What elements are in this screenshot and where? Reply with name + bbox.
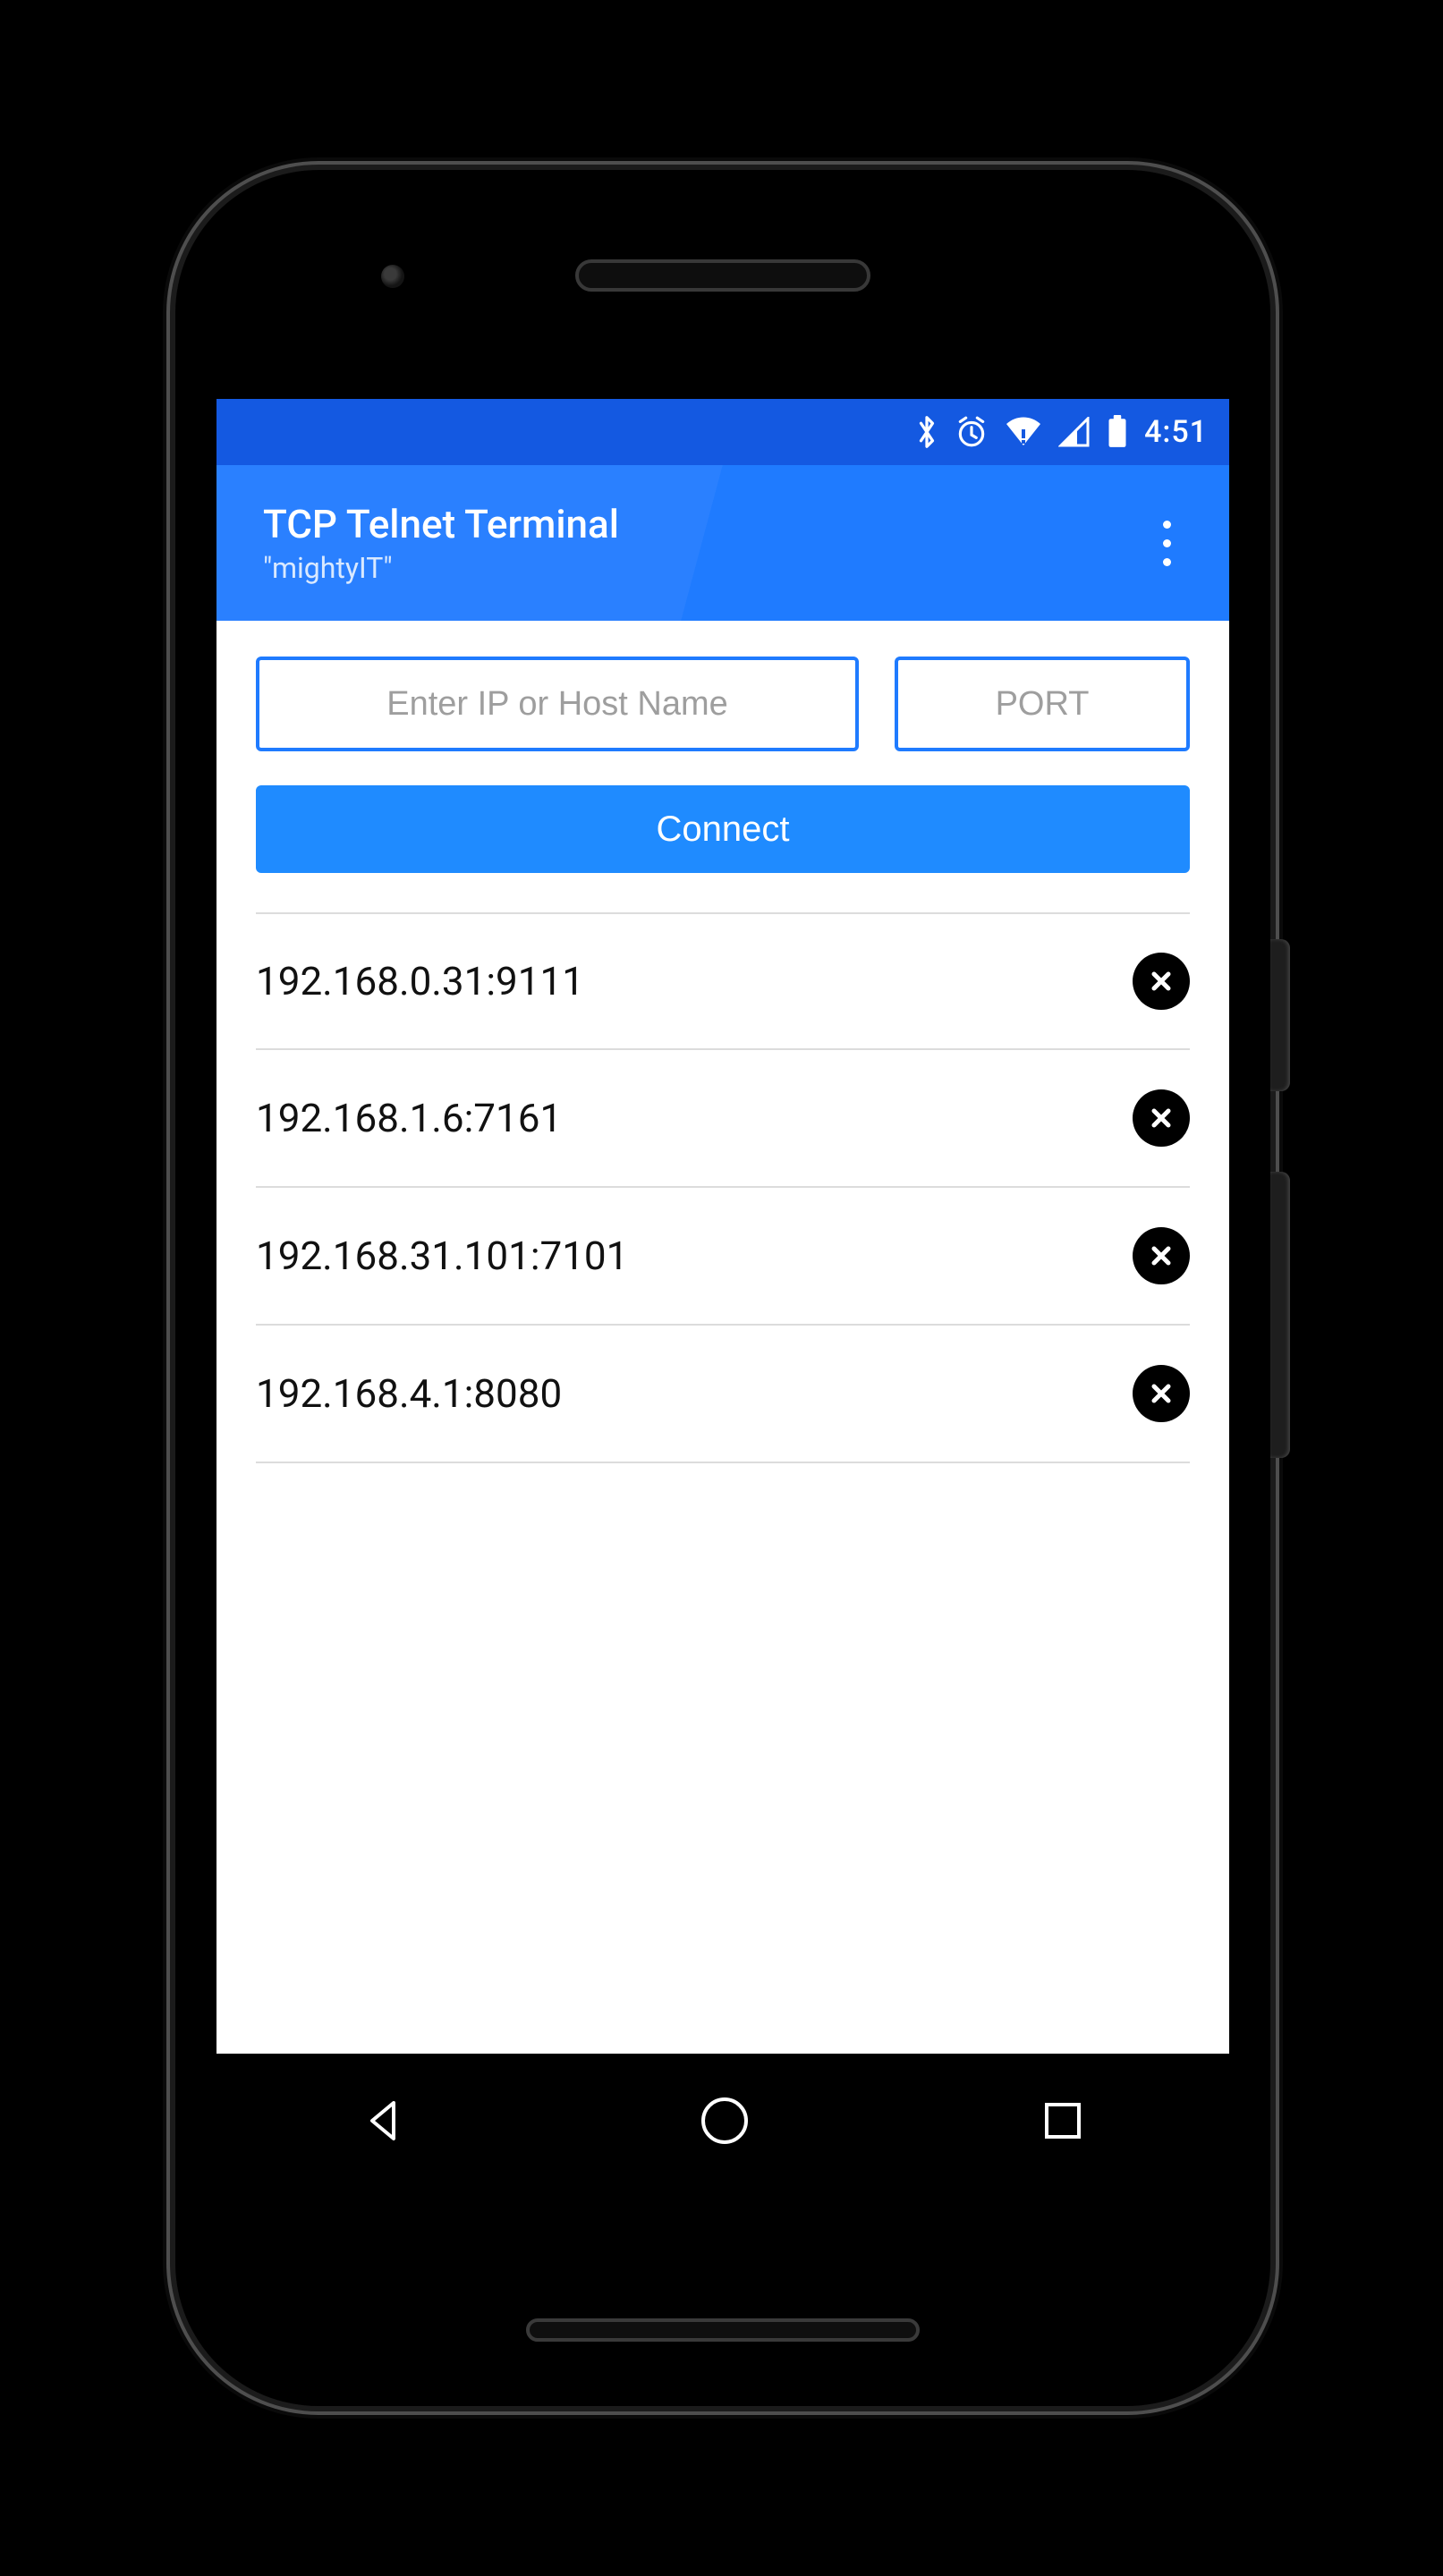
home-button[interactable] xyxy=(697,2093,752,2148)
connection-history-list: 192.168.0.31:9111 192.168.1.6:7161 192.1… xyxy=(256,912,1190,1463)
recents-button[interactable] xyxy=(1040,2097,1086,2144)
phone-speaker-bottom xyxy=(526,2318,920,2342)
history-item[interactable]: 192.168.1.6:7161 xyxy=(256,1050,1190,1188)
delete-history-button[interactable] xyxy=(1133,1365,1190,1422)
ip-host-input[interactable] xyxy=(256,657,859,751)
battery-icon xyxy=(1107,415,1128,449)
bluetooth-icon xyxy=(915,414,938,450)
phone-speaker-top xyxy=(575,259,870,292)
back-button[interactable] xyxy=(360,2096,410,2146)
history-item-address: 192.168.0.31:9111 xyxy=(256,958,1133,1004)
phone-side-button-bottom xyxy=(1270,1172,1290,1458)
phone-side-button-top xyxy=(1270,939,1290,1091)
cell-signal-icon xyxy=(1058,417,1091,447)
history-item[interactable]: 192.168.4.1:8080 xyxy=(256,1326,1190,1463)
phone-frame: 4:51 TCP Telnet Terminal "mightyIT" Conn… xyxy=(175,170,1270,2406)
wifi-icon xyxy=(1005,417,1042,447)
history-item[interactable]: 192.168.31.101:7101 xyxy=(256,1188,1190,1326)
delete-history-button[interactable] xyxy=(1133,1089,1190,1147)
status-bar: 4:51 xyxy=(216,399,1229,465)
alarm-icon xyxy=(955,415,989,449)
history-item[interactable]: 192.168.0.31:9111 xyxy=(256,912,1190,1050)
history-item-address: 192.168.1.6:7161 xyxy=(256,1095,1133,1141)
delete-history-button[interactable] xyxy=(1133,1227,1190,1284)
delete-history-button[interactable] xyxy=(1133,953,1190,1010)
main-content: Connect 192.168.0.31:9111 192.168.1.6:71… xyxy=(216,621,1229,1463)
app-subtitle: "mightyIT" xyxy=(263,551,1140,585)
connect-button[interactable]: Connect xyxy=(256,785,1190,873)
app-bar: TCP Telnet Terminal "mightyIT" xyxy=(216,465,1229,621)
screen: 4:51 TCP Telnet Terminal "mightyIT" Conn… xyxy=(216,399,1229,2188)
history-item-address: 192.168.31.101:7101 xyxy=(256,1233,1133,1279)
status-time: 4:51 xyxy=(1144,414,1208,450)
phone-camera xyxy=(381,265,404,288)
port-input[interactable] xyxy=(895,657,1190,751)
overflow-menu-button[interactable] xyxy=(1140,498,1193,588)
app-title: TCP Telnet Terminal xyxy=(263,501,1140,547)
history-item-address: 192.168.4.1:8080 xyxy=(256,1370,1133,1417)
system-nav-bar xyxy=(216,2054,1229,2188)
